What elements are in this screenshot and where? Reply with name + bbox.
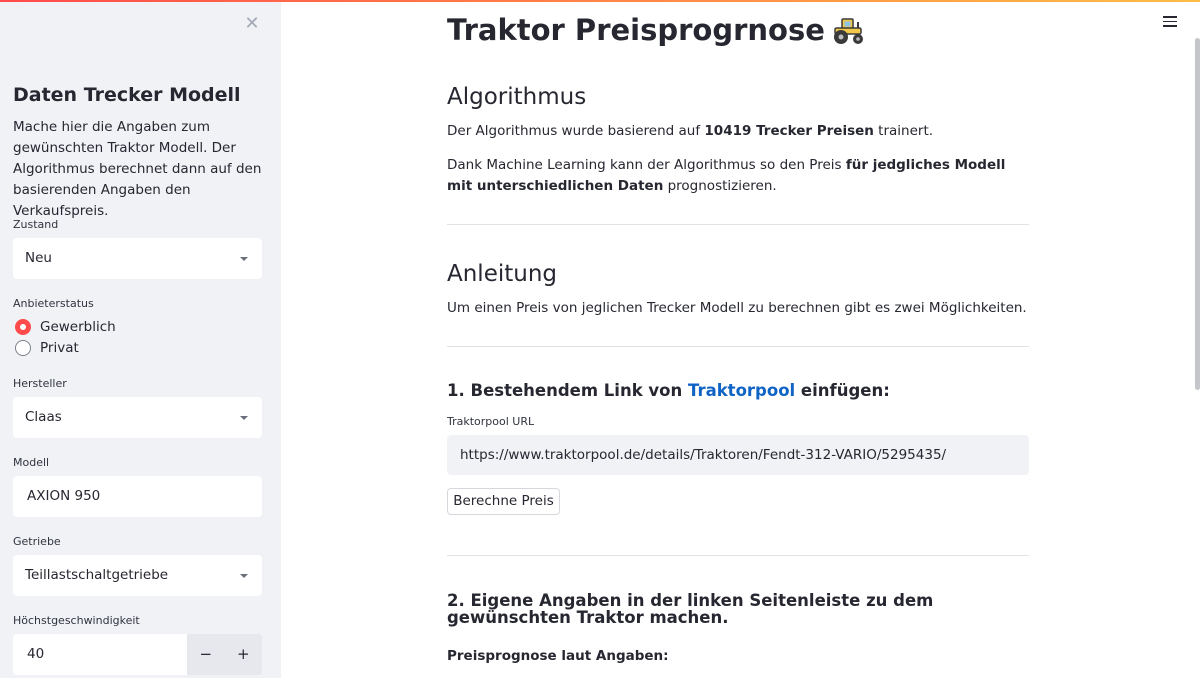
berechne-preis-button[interactable]: Berechne Preis: [447, 488, 560, 515]
getriebe-select[interactable]: Teillastschaltgetriebe: [13, 555, 262, 596]
tractor-icon: [833, 18, 863, 44]
preisprognose-label: Preisprognose laut Angaben:: [447, 648, 669, 664]
divider: [447, 346, 1029, 347]
traktorpool-url-input[interactable]: https://www.traktorpool.de/details/Trakt…: [447, 435, 1029, 475]
hoechstgeschwindigkeit-label: Höchstgeschwindigkeit: [13, 614, 140, 627]
hersteller-select[interactable]: Claas: [13, 397, 262, 438]
radio-selected-icon: [15, 319, 31, 335]
getriebe-value: Teillastschaltgetriebe: [25, 567, 169, 583]
zustand-value: Neu: [25, 250, 52, 266]
modell-input[interactable]: AXION 950: [13, 476, 262, 517]
radio-unselected-icon: [15, 340, 31, 356]
algorithmus-heading: Algorithmus: [447, 84, 587, 110]
hoechstgeschwindigkeit-input[interactable]: 40: [13, 634, 187, 675]
anbieterstatus-label: Anbieterstatus: [13, 297, 94, 310]
divider: [447, 224, 1029, 225]
radio-privat[interactable]: Privat: [15, 339, 79, 357]
chevron-down-icon: [240, 574, 248, 578]
traktorpool-link[interactable]: Traktorpool: [688, 381, 795, 400]
radio-gewerblich[interactable]: Gewerblich: [15, 318, 116, 336]
anleitung-heading: Anleitung: [447, 261, 558, 287]
close-icon[interactable]: ✕: [242, 14, 262, 34]
scrollbar[interactable]: [1195, 38, 1200, 390]
chevron-down-icon: [240, 257, 248, 261]
increment-button[interactable]: +: [224, 634, 262, 675]
traktorpool-url-label: Traktorpool URL: [447, 415, 535, 428]
zustand-select[interactable]: Neu: [13, 238, 262, 279]
radio-gewerblich-label: Gewerblich: [40, 319, 116, 335]
radio-privat-label: Privat: [40, 340, 79, 356]
sidebar-description: Mache hier die Angaben zum gewünschten T…: [13, 119, 262, 219]
sidebar: ✕ Daten Trecker Modell Mache hier die An…: [0, 0, 281, 678]
anleitung-paragraph: Um einen Preis von jeglichen Trecker Mod…: [447, 300, 1027, 316]
modell-label: Modell: [13, 456, 50, 469]
hersteller-value: Claas: [25, 409, 62, 425]
top-decoration-bar: [0, 0, 1200, 2]
algorithmus-paragraph-2: Dank Machine Learning kann der Algorithm…: [447, 157, 1006, 194]
step1-heading: 1. Bestehendem Link von Traktorpool einf…: [447, 381, 890, 400]
chevron-down-icon: [240, 416, 248, 420]
divider: [447, 555, 1029, 556]
algorithmus-paragraph-1: Der Algorithmus wurde basierend auf 1041…: [447, 123, 934, 139]
sidebar-title: Daten Trecker Modell: [13, 84, 241, 106]
step2-heading: 2. Eigene Angaben in der linken Seitenle…: [447, 591, 934, 627]
hersteller-label: Hersteller: [13, 377, 67, 390]
hamburger-menu-icon[interactable]: [1163, 16, 1177, 30]
decrement-button[interactable]: −: [187, 634, 225, 675]
hoechstgeschwindigkeit-stepper: 40 − +: [13, 634, 262, 675]
page-title-text: Traktor Preisprogrnose: [447, 13, 825, 47]
getriebe-label: Getriebe: [13, 535, 61, 548]
page-title: Traktor Preisprogrnose: [447, 13, 865, 47]
zustand-label: Zustand: [13, 218, 59, 231]
